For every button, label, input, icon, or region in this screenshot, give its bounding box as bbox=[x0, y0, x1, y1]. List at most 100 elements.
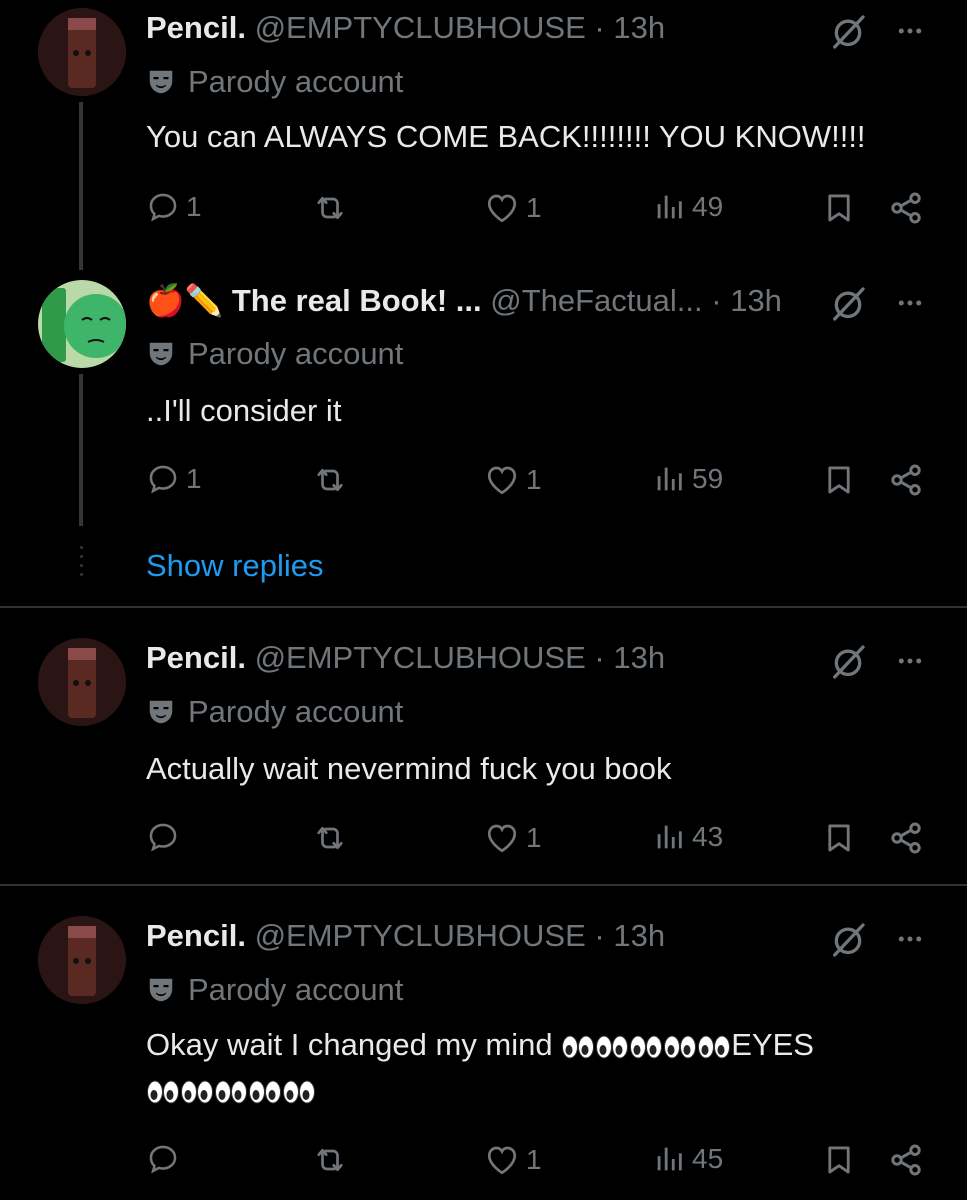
views-count: 43 bbox=[692, 821, 724, 852]
separator: · bbox=[711, 283, 722, 318]
share-icon bbox=[888, 820, 924, 856]
tweet-header: Pencil. @EMPTYCLUBHOUSE · 13h bbox=[146, 918, 665, 954]
bookmark-button[interactable] bbox=[822, 1142, 856, 1178]
repost-button[interactable] bbox=[312, 462, 348, 498]
display-name[interactable]: The real Book! ... bbox=[232, 283, 482, 318]
tweet-text: Actually wait nevermind fuck you book bbox=[146, 751, 672, 786]
tweet[interactable]: Pencil. @EMPTYCLUBHOUSE · 13h Parody acc… bbox=[0, 630, 967, 880]
parody-label: Parody account bbox=[146, 694, 403, 730]
eyes-emoji bbox=[697, 1033, 731, 1061]
reply-button[interactable] bbox=[146, 820, 186, 854]
tweet-text: Okay wait I changed my mind EYES bbox=[146, 1022, 936, 1112]
share-icon bbox=[888, 1142, 924, 1178]
grok-icon[interactable] bbox=[828, 12, 868, 52]
like-button[interactable]: 1 bbox=[484, 190, 542, 226]
display-name[interactable]: Pencil. bbox=[146, 640, 246, 675]
views-button[interactable]: 45 bbox=[652, 1142, 723, 1176]
bookmark-button[interactable] bbox=[822, 190, 856, 226]
avatar[interactable] bbox=[38, 280, 126, 368]
parody-text: Parody account bbox=[188, 64, 404, 99]
display-name[interactable]: Pencil. bbox=[146, 10, 246, 45]
mask-icon bbox=[146, 67, 176, 97]
views-count: 59 bbox=[692, 463, 724, 494]
eyes-emoji bbox=[248, 1078, 282, 1106]
more-icon[interactable] bbox=[890, 924, 930, 954]
handle[interactable]: @EMPTYCLUBHOUSE bbox=[255, 918, 586, 953]
views-count: 49 bbox=[692, 191, 724, 222]
bookmark-button[interactable] bbox=[822, 820, 856, 856]
eyes-emoji bbox=[595, 1033, 629, 1061]
eyes-emoji-group bbox=[561, 1027, 731, 1062]
more-icon[interactable] bbox=[890, 16, 930, 46]
more-icon[interactable] bbox=[890, 646, 930, 676]
handle[interactable]: @EMPTYCLUBHOUSE bbox=[255, 640, 586, 675]
like-button[interactable]: 1 bbox=[484, 1142, 542, 1178]
display-name[interactable]: Pencil. bbox=[146, 918, 246, 953]
handle[interactable]: @TheFactual... bbox=[490, 283, 702, 318]
like-button[interactable]: 1 bbox=[484, 820, 542, 856]
parody-label: Parody account bbox=[146, 336, 403, 372]
views-icon bbox=[652, 1142, 686, 1176]
parody-text: Parody account bbox=[188, 972, 404, 1007]
repost-icon bbox=[312, 462, 348, 498]
show-replies-link[interactable]: Show replies bbox=[146, 548, 323, 584]
avatar[interactable] bbox=[38, 916, 126, 1004]
grok-icon[interactable] bbox=[828, 920, 868, 960]
mask-icon bbox=[146, 697, 176, 727]
more-icon[interactable] bbox=[890, 288, 930, 318]
tweet[interactable]: Pencil. @EMPTYCLUBHOUSE · 13h Parody acc… bbox=[0, 908, 967, 1200]
tweet-text: You can ALWAYS COME BACK!!!!!!!! YOU KNO… bbox=[146, 119, 866, 154]
bookmark-button[interactable] bbox=[822, 462, 856, 498]
parody-label: Parody account bbox=[146, 64, 403, 100]
like-count: 1 bbox=[526, 464, 542, 495]
timestamp[interactable]: 13h bbox=[613, 918, 665, 953]
timestamp[interactable]: 13h bbox=[613, 640, 665, 675]
share-button[interactable] bbox=[888, 190, 924, 226]
reply-button[interactable] bbox=[146, 1142, 186, 1176]
share-button[interactable] bbox=[888, 462, 924, 498]
repost-button[interactable] bbox=[312, 190, 348, 226]
eyes-emoji bbox=[561, 1033, 595, 1061]
like-button[interactable]: 1 bbox=[484, 462, 542, 498]
repost-button[interactable] bbox=[312, 1142, 348, 1178]
timestamp[interactable]: 13h bbox=[613, 10, 665, 45]
avatar[interactable] bbox=[38, 638, 126, 726]
action-bar: 1 1 59 bbox=[0, 458, 967, 502]
avatar[interactable] bbox=[38, 8, 126, 96]
grok-icon[interactable] bbox=[828, 284, 868, 324]
share-icon bbox=[888, 190, 924, 226]
grok-icon[interactable] bbox=[828, 642, 868, 682]
repost-icon bbox=[312, 820, 348, 856]
reply-icon bbox=[146, 190, 180, 224]
tweet[interactable]: 🍎✏️ The real Book! ... @TheFactual... · … bbox=[0, 272, 967, 532]
eyes-emoji bbox=[282, 1078, 316, 1106]
reply-button[interactable]: 1 bbox=[146, 190, 202, 224]
mask-icon bbox=[146, 975, 176, 1005]
tweet-header: 🍎✏️ The real Book! ... @TheFactual... · … bbox=[146, 282, 782, 319]
repost-button[interactable] bbox=[312, 820, 348, 856]
like-icon bbox=[484, 462, 520, 498]
parody-label: Parody account bbox=[146, 972, 403, 1008]
reply-icon bbox=[146, 462, 180, 496]
bookmark-icon bbox=[822, 190, 856, 226]
handle[interactable]: @EMPTYCLUBHOUSE bbox=[255, 10, 586, 45]
eyes-emoji bbox=[146, 1078, 180, 1106]
separator: · bbox=[594, 640, 605, 675]
name-emoji: 🍎✏️ bbox=[146, 283, 224, 318]
repost-icon bbox=[312, 190, 348, 226]
eyes-emoji bbox=[180, 1078, 214, 1106]
reply-button[interactable]: 1 bbox=[146, 462, 202, 496]
reply-icon bbox=[146, 820, 180, 854]
like-icon bbox=[484, 190, 520, 226]
divider bbox=[0, 606, 967, 608]
reply-icon bbox=[146, 1142, 180, 1176]
share-button[interactable] bbox=[888, 1142, 924, 1178]
views-button[interactable]: 49 bbox=[652, 190, 723, 224]
tweet-text-line1: Okay wait I changed my mind bbox=[146, 1027, 553, 1062]
timestamp[interactable]: 13h bbox=[730, 283, 782, 318]
tweet-header: Pencil. @EMPTYCLUBHOUSE · 13h bbox=[146, 10, 665, 46]
views-button[interactable]: 43 bbox=[652, 820, 723, 854]
tweet[interactable]: Pencil. @EMPTYCLUBHOUSE · 13h Parody acc… bbox=[0, 0, 967, 260]
views-button[interactable]: 59 bbox=[652, 462, 723, 496]
share-button[interactable] bbox=[888, 820, 924, 856]
